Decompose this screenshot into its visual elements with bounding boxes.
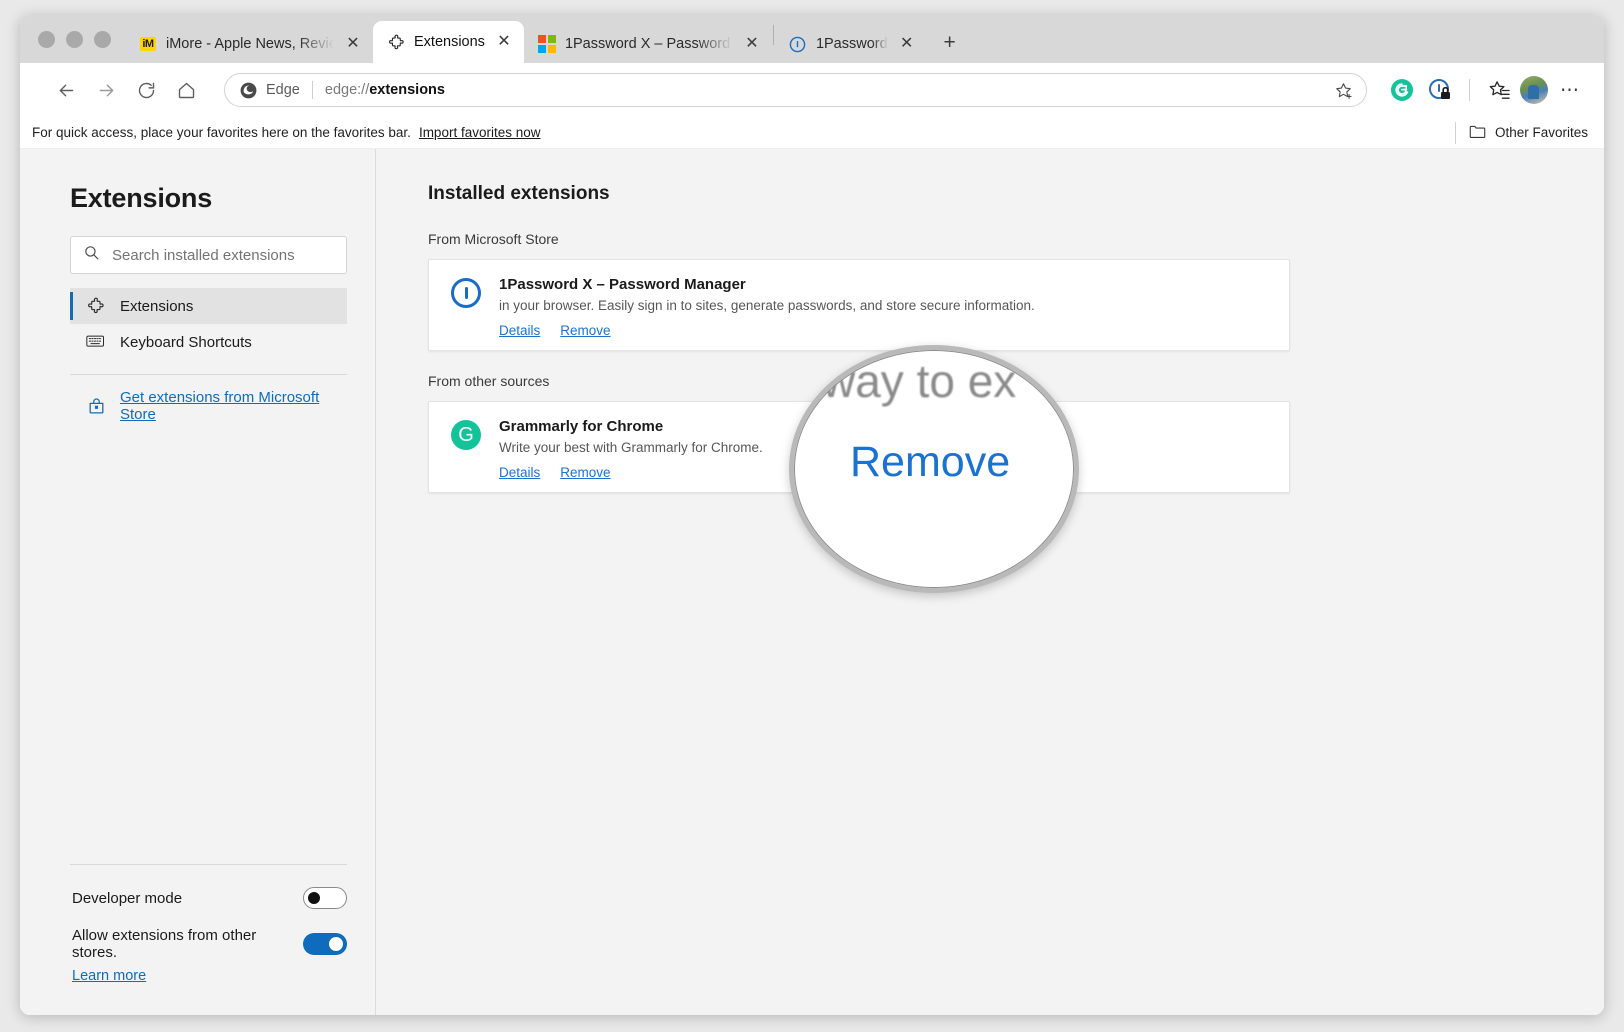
url-text: edge://extensions xyxy=(325,82,1330,98)
tab-divider xyxy=(772,24,774,45)
import-favorites-link[interactable]: Import favorites now xyxy=(419,125,541,140)
close-icon[interactable]: ✕ xyxy=(897,34,917,54)
extension-description: in your browser. Easily sign in to sites… xyxy=(499,298,1035,313)
sidebar-item-extensions[interactable]: Extensions xyxy=(70,288,347,324)
close-icon[interactable]: ✕ xyxy=(742,34,762,54)
main-title: Installed extensions xyxy=(428,183,610,204)
address-bar[interactable]: Edge edge://extensions xyxy=(224,73,1367,107)
edge-badge: Edge xyxy=(239,81,300,100)
window-traffic-lights xyxy=(32,15,125,63)
add-favorite-star-icon[interactable] xyxy=(1330,77,1356,103)
search-placeholder: Search installed extensions xyxy=(112,246,295,264)
remove-link[interactable]: Remove xyxy=(560,323,610,338)
extension-name: 1Password X – Password Manager xyxy=(499,276,746,293)
favorites-bar: For quick access, place your favorites h… xyxy=(20,117,1604,149)
sidebar-item-keyboard-shortcuts[interactable]: Keyboard Shortcuts xyxy=(70,324,347,360)
allow-other-stores-label: Allow extensions from other stores. xyxy=(72,927,257,961)
magnified-remove-text: Remove xyxy=(850,438,1011,486)
grammarly-icon[interactable] xyxy=(1385,73,1419,107)
new-tab-button[interactable]: + xyxy=(933,26,967,60)
browser-tab-1password[interactable]: 1Password ✕ xyxy=(775,25,927,63)
close-window-button[interactable] xyxy=(38,30,55,48)
learn-more-link[interactable]: Learn more xyxy=(70,968,146,984)
other-favorites-label[interactable]: Other Favorites xyxy=(1495,125,1588,140)
extensions-page: Extensions Search installed extensions E… xyxy=(20,149,1604,1015)
favorites-list-icon[interactable] xyxy=(1482,73,1516,107)
back-arrow-icon[interactable] xyxy=(48,72,84,108)
close-icon[interactable]: ✕ xyxy=(343,34,363,54)
omnibox-divider xyxy=(311,81,313,99)
sidebar-divider xyxy=(70,374,347,375)
onepassword-icon[interactable] xyxy=(1423,73,1457,107)
tab-title: iMore - Apple News, Reviews, D xyxy=(166,36,334,52)
extensions-sidebar: Extensions Search installed extensions E… xyxy=(20,149,376,1015)
close-icon[interactable]: ✕ xyxy=(494,32,514,52)
zoom-window-button[interactable] xyxy=(94,30,111,48)
tab-strip: iM iMore - Apple News, Reviews, D ✕ Exte… xyxy=(20,15,1604,63)
tab-title: 1Password xyxy=(815,36,888,52)
browser-tab-1password-x[interactable]: 1Password X – Password Manag ✕ xyxy=(524,25,772,63)
onepassword-icon xyxy=(451,278,481,308)
developer-mode-toggle[interactable] xyxy=(303,887,347,909)
edge-label: Edge xyxy=(266,82,300,98)
favorites-hint-text: For quick access, place your favorites h… xyxy=(32,125,411,140)
edge-logo-icon xyxy=(240,82,257,98)
magnifier-loupe: way to ex Remove xyxy=(789,345,1079,593)
puzzle-icon xyxy=(86,296,106,316)
magnified-top-text: way to ex xyxy=(822,355,1017,407)
store-link-row: Get extensions from Microsoft Store xyxy=(70,389,347,423)
microsoft-store-icon xyxy=(538,35,556,53)
grammarly-icon: G xyxy=(451,420,481,450)
developer-mode-label: Developer mode xyxy=(72,889,183,907)
forward-arrow-icon[interactable] xyxy=(88,72,124,108)
microsoft-store-bag-icon xyxy=(86,396,106,416)
page-title: Extensions xyxy=(70,183,213,213)
reload-icon[interactable] xyxy=(128,72,164,108)
keyboard-icon xyxy=(86,332,106,352)
profile-avatar[interactable] xyxy=(1520,76,1548,104)
browser-menu-button[interactable]: ⋯ xyxy=(1552,72,1588,108)
details-link[interactable]: Details xyxy=(499,465,540,480)
url-scheme: edge:// xyxy=(324,82,370,98)
sidebar-footer: Developer mode Allow extensions from oth… xyxy=(70,864,347,1015)
extension-actions: Details Remove xyxy=(499,323,1267,338)
toolbar-divider xyxy=(1469,79,1470,101)
section-label-microsoft-store: From Microsoft Store xyxy=(428,231,559,247)
onepassword-icon xyxy=(789,35,807,53)
details-link[interactable]: Details xyxy=(499,323,540,338)
installed-extensions-panel: Installed extensions From Microsoft Stor… xyxy=(376,149,1604,1015)
other-favorites-group: Other Favorites xyxy=(1451,121,1588,144)
sidebar-item-label: Extensions xyxy=(120,297,194,315)
search-icon xyxy=(83,244,100,266)
allow-other-stores-row: Allow extensions from other stores. xyxy=(70,927,347,961)
browser-tab-imore[interactable]: iM iMore - Apple News, Reviews, D ✕ xyxy=(125,25,373,63)
extension-card-1password[interactable]: 1Password X – Password Manager in your b… xyxy=(428,259,1290,351)
tab-title: Extensions xyxy=(414,34,485,50)
imore-icon: iM xyxy=(140,37,156,51)
remove-link[interactable]: Remove xyxy=(560,465,610,480)
developer-mode-row: Developer mode xyxy=(70,887,347,909)
puzzle-icon xyxy=(387,33,405,51)
folder-icon xyxy=(1469,124,1486,142)
browser-window: iM iMore - Apple News, Reviews, D ✕ Exte… xyxy=(20,15,1604,1015)
allow-other-stores-toggle[interactable] xyxy=(303,933,347,955)
minimize-window-button[interactable] xyxy=(66,30,83,48)
url-path: extensions xyxy=(369,82,445,98)
search-input[interactable]: Search installed extensions xyxy=(70,236,347,274)
browser-tab-extensions[interactable]: Extensions ✕ xyxy=(373,21,524,63)
sidebar-footer-divider xyxy=(70,864,347,865)
favorites-divider xyxy=(1454,121,1456,144)
get-extensions-store-link[interactable]: Get extensions from Microsoft Store xyxy=(120,389,347,423)
tab-title: 1Password X – Password Manag xyxy=(564,36,733,52)
sidebar-item-label: Keyboard Shortcuts xyxy=(120,333,252,351)
browser-toolbar: Edge edge://extensions ⋯ xyxy=(20,63,1604,117)
home-icon[interactable] xyxy=(168,72,204,108)
extension-info: 1Password X – Password Manager in your b… xyxy=(499,276,1267,338)
